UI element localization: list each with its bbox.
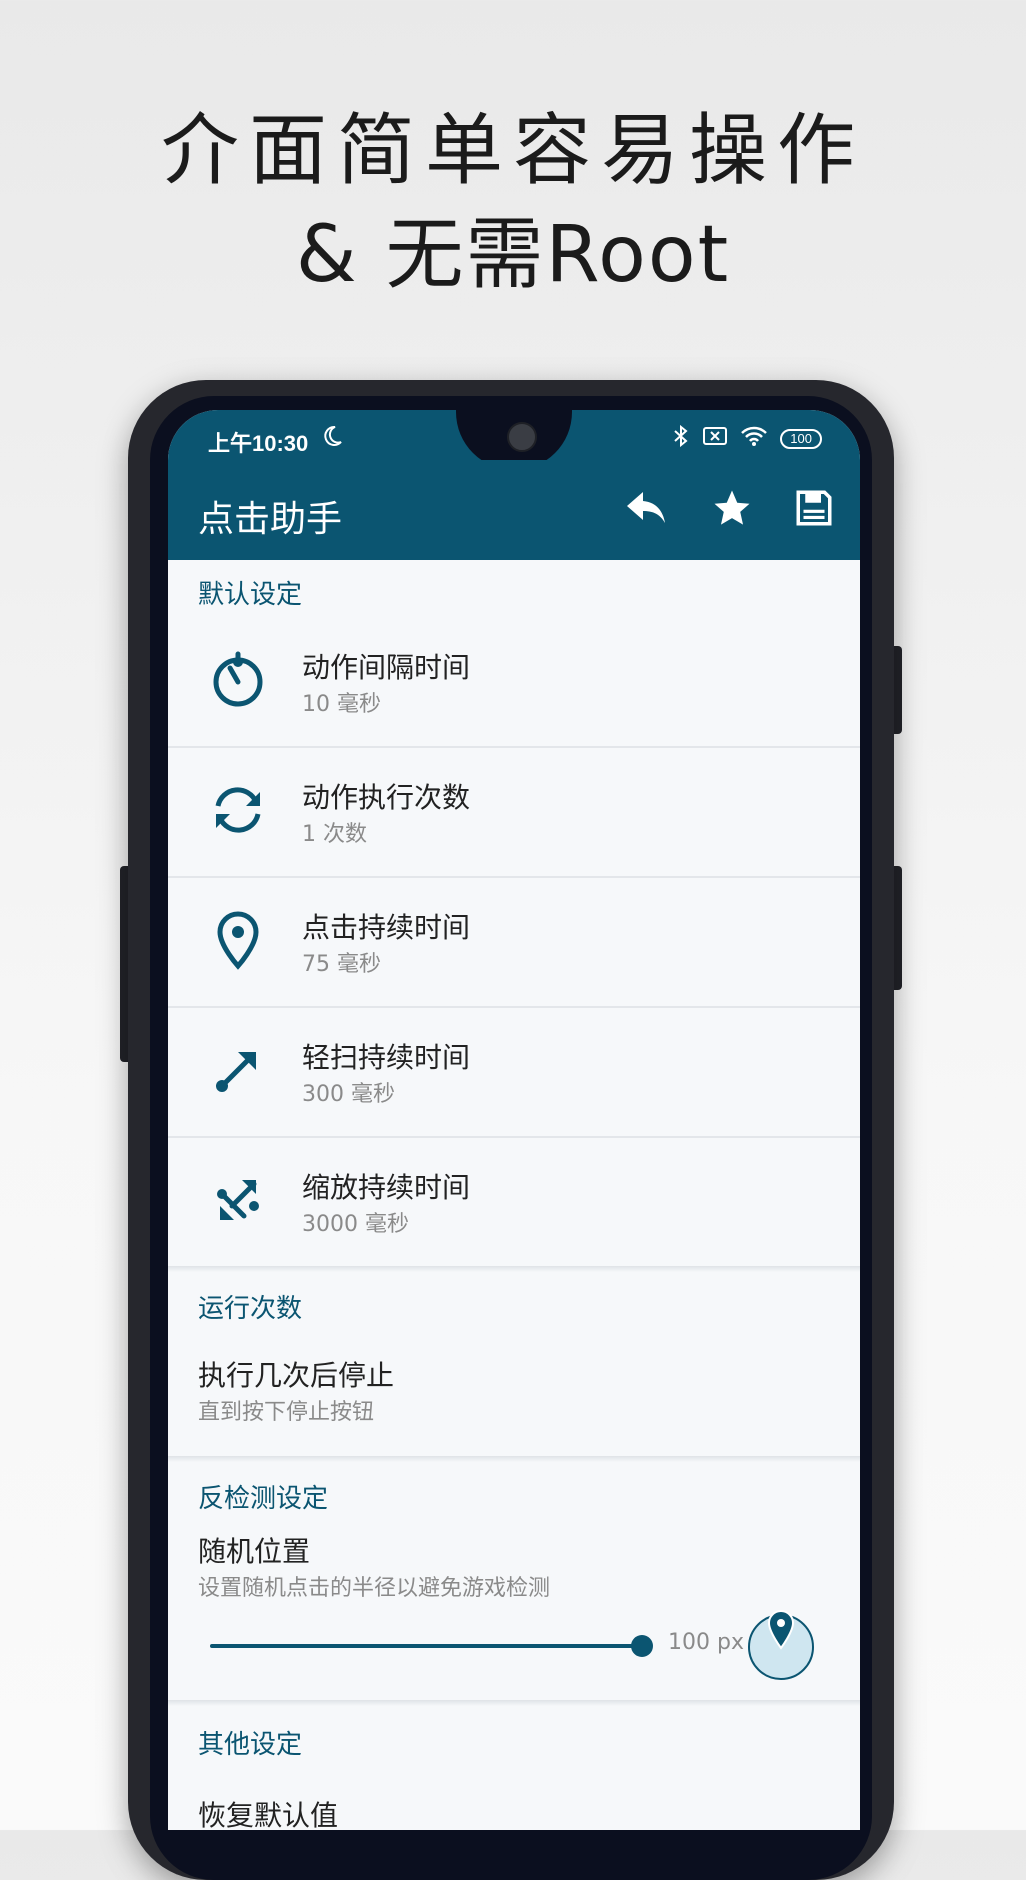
zoom-arrows-icon [208,1170,268,1230]
setting-title: 缩放持续时间 [302,1171,471,1204]
slider-track [210,1644,642,1648]
restore-defaults-title[interactable]: 恢复默认值 [198,1794,338,1830]
stop-after-runs-value: 直到按下停止按钮 [198,1400,375,1425]
wifi-icon [740,425,768,453]
stop-after-runs-title[interactable]: 执行几次后停止 [198,1354,394,1394]
slider-value: 100 px [668,1630,744,1655]
app-bar: 点击助手 [168,460,860,560]
setting-value: 75 毫秒 [302,952,381,977]
star-icon [711,487,753,533]
status-bar: 上午10:30 100 [168,410,860,470]
setting-title: 点击持续时间 [302,911,471,944]
undo-icon [623,488,669,532]
setting-title: 轻扫持续时间 [302,1041,471,1074]
front-camera [507,422,537,452]
random-radius-slider[interactable] [168,1620,653,1670]
section-title-run-count: 运行次数 [198,1294,303,1324]
repeat-icon [208,780,268,840]
setting-swipe-duration[interactable]: 轻扫持续时间 300 毫秒 [168,1006,860,1138]
setting-value: 300 毫秒 [302,1082,395,1107]
setting-value: 10 毫秒 [302,692,381,717]
setting-click-duration[interactable]: 点击持续时间 75 毫秒 [168,876,860,1008]
battery-icon: 100 [780,429,822,449]
setting-value: 3000 毫秒 [302,1212,409,1237]
setting-zoom-duration[interactable]: 缩放持续时间 3000 毫秒 [168,1136,860,1266]
bluetooth-icon [672,424,690,454]
section-divider [168,1266,860,1272]
setting-value: 1 次数 [302,822,367,847]
status-time: 上午10:30 [208,431,309,456]
moon-icon [320,424,344,454]
location-pin-icon [208,910,268,970]
location-pin-icon [766,1608,796,1654]
promo-headline-line2: & 无需Root [295,210,731,300]
status-icons: 100 [672,424,822,454]
app-title: 点击助手 [198,499,343,540]
slider-thumb[interactable] [631,1635,653,1657]
section-title-other: 其他设定 [198,1730,303,1760]
swipe-arrow-icon [208,1040,268,1100]
radius-preview [748,1610,814,1680]
section-divider [168,1700,860,1706]
setting-title: 动作执行次数 [302,781,471,814]
undo-button[interactable] [618,482,674,538]
random-position-desc: 设置随机点击的半径以避免游戏检测 [198,1576,551,1601]
sim-off-icon [702,425,728,453]
app-screen: 上午10:30 100 点击助手 默认设定 动作间隔时间 10 毫秒 动作执行次… [168,410,860,1830]
section-divider [168,1456,860,1462]
save-icon [793,487,835,533]
random-position-title: 随机位置 [198,1535,311,1568]
section-title-anti-detect: 反检测设定 [198,1484,329,1514]
favorite-button[interactable] [704,482,760,538]
section-title-defaults: 默认设定 [198,580,303,610]
timer-icon [208,650,268,710]
save-button[interactable] [786,482,842,538]
setting-action-interval[interactable]: 动作间隔时间 10 毫秒 [168,616,860,748]
promo-headline-line1: 介面简单容易操作 [160,106,865,196]
setting-title: 动作间隔时间 [302,651,471,684]
setting-action-repeat[interactable]: 动作执行次数 1 次数 [168,746,860,878]
